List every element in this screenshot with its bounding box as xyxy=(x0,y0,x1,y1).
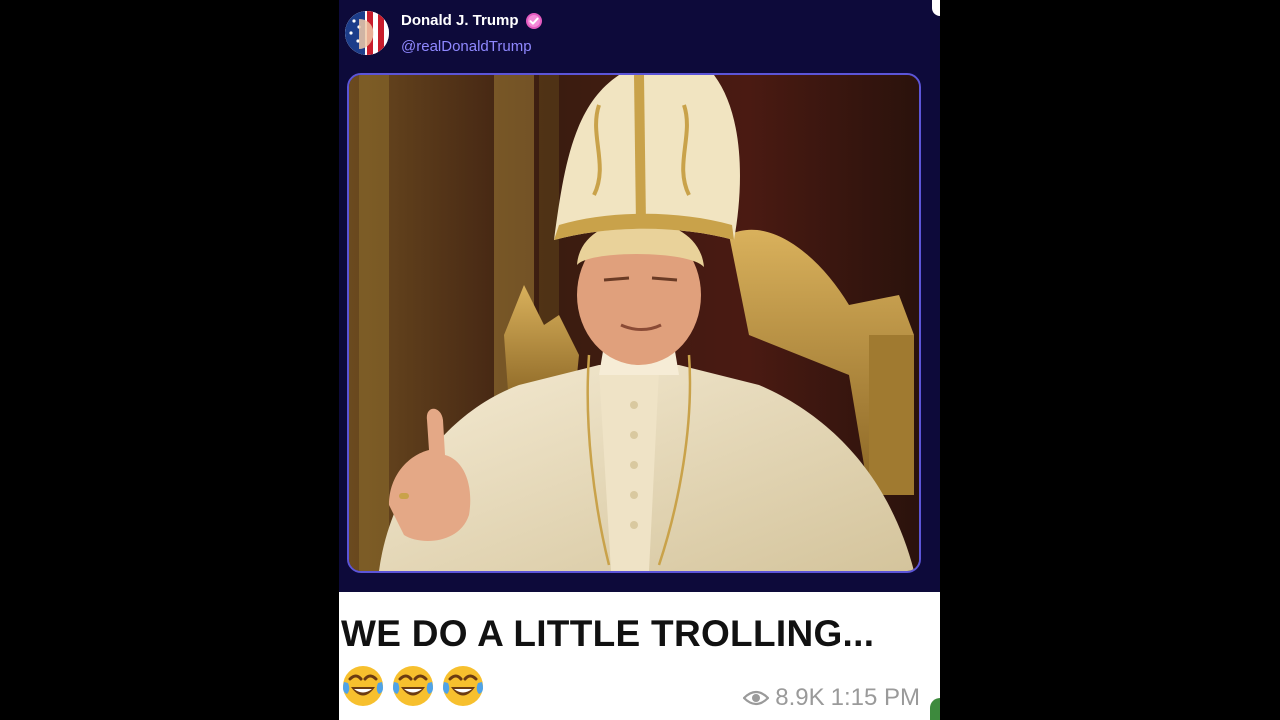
pope-portrait-image xyxy=(349,75,919,571)
verified-badge-icon xyxy=(526,13,542,29)
embedded-post[interactable]: Donald J. Trump @realDonaldTrump xyxy=(339,0,940,592)
post-image[interactable] xyxy=(347,73,921,573)
tears-of-joy-emoji-icon xyxy=(393,666,433,706)
timestamp: 1:15 PM xyxy=(830,684,920,711)
view-count: 8.9K xyxy=(775,684,825,711)
author-name[interactable]: Donald J. Trump xyxy=(401,12,519,29)
tears-of-joy-emoji-icon xyxy=(343,666,383,706)
tears-of-joy-emoji-icon xyxy=(443,666,483,706)
eye-icon xyxy=(743,690,770,706)
bubble-tail xyxy=(930,698,940,720)
message-meta: 8.9K 1:15 PM xyxy=(743,684,920,712)
message-card: Donald J. Trump @realDonaldTrump WE DO A… xyxy=(339,0,940,720)
avatar[interactable] xyxy=(345,11,389,55)
emoji-row xyxy=(341,664,485,708)
message-caption: WE DO A LITTLE TROLLING... xyxy=(341,613,875,654)
author-handle[interactable]: @realDonaldTrump xyxy=(401,38,532,55)
